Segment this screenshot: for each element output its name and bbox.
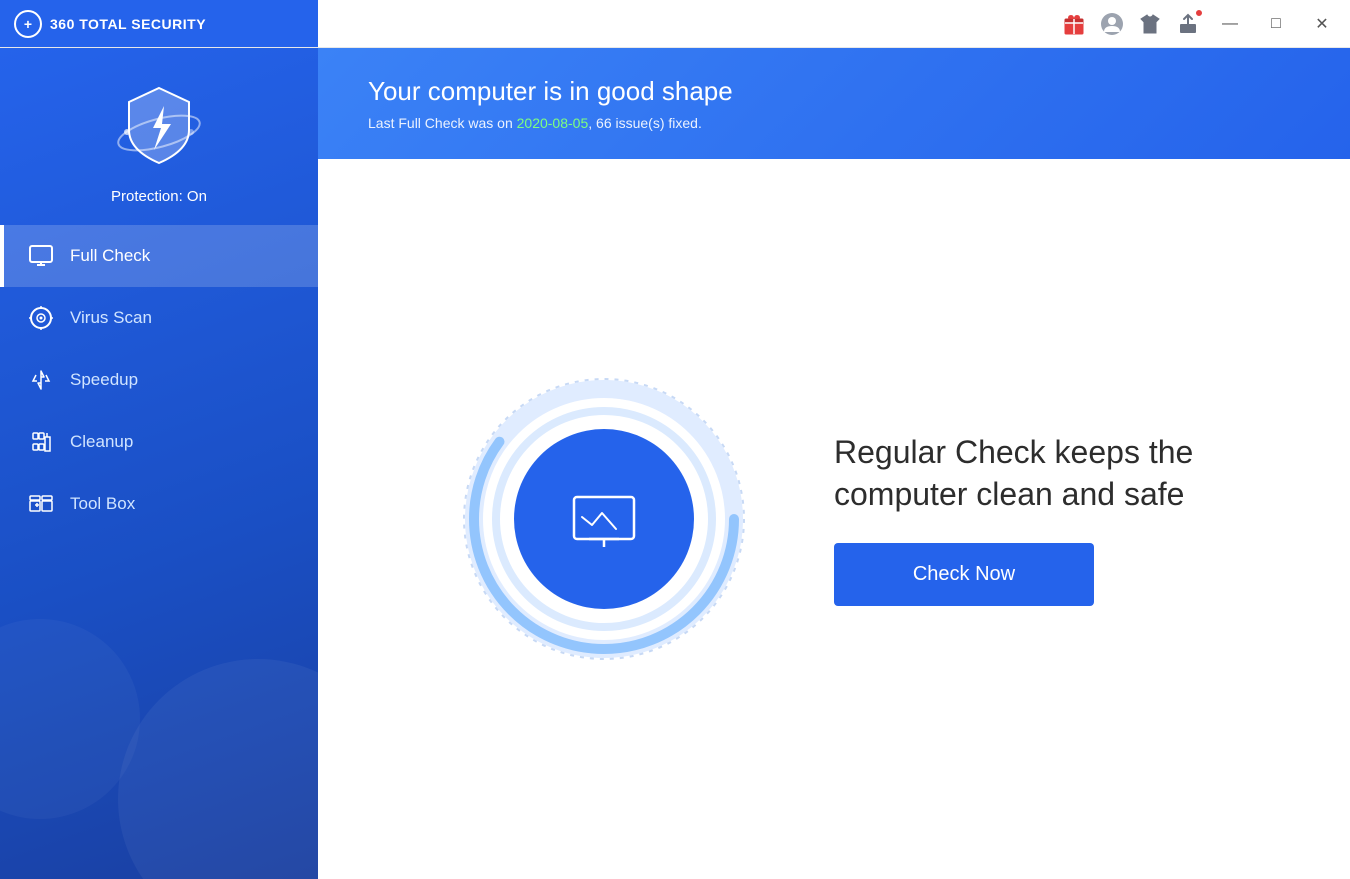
last-check-date: 2020-08-05 [517,115,589,131]
gift-icon[interactable] [1062,12,1086,36]
sidebar-item-virus-scan[interactable]: Virus Scan [0,287,318,349]
donut-svg [454,369,754,669]
status-title: Your computer is in good shape [368,76,1310,107]
titlebar-right: — □ ✕ [1062,8,1338,40]
close-button[interactable]: ✕ [1306,8,1338,40]
main-content: Regular Check keeps the computer clean a… [318,159,1350,879]
shirt-icon[interactable] [1138,12,1162,36]
main-tagline: Regular Check keeps the computer clean a… [834,432,1214,515]
check-now-button[interactable]: Check Now [834,543,1094,606]
status-subtitle: Last Full Check was on 2020-08-05, 66 is… [368,115,1310,131]
notification-badge [1194,8,1204,18]
shield-logo-icon [109,78,209,178]
sidebar-item-cleanup[interactable]: Cleanup [0,411,318,473]
user-icon[interactable] [1100,12,1124,36]
app-logo-icon: + [14,10,42,38]
right-panel: Regular Check keeps the computer clean a… [834,432,1214,606]
virus-scan-icon [28,305,54,331]
cleanup-icon [28,429,54,455]
sidebar-item-full-check[interactable]: Full Check [0,225,318,287]
sidebar-item-toolbox[interactable]: Tool Box [0,473,318,535]
virus-scan-label: Virus Scan [70,308,152,328]
speedup-label: Speedup [70,370,138,390]
subtitle-after: , 66 issue(s) fixed. [588,115,702,131]
title-bar: + 360 TOTAL SECURITY [0,0,1350,48]
svg-text:+: + [24,16,32,32]
content-area: Your computer is in good shape Last Full… [318,48,1350,879]
donut-chart [454,369,754,669]
titlebar-left: + 360 TOTAL SECURITY [0,0,318,47]
toolbox-icon [28,491,54,517]
app-title: 360 TOTAL SECURITY [50,16,206,32]
header-banner: Your computer is in good shape Last Full… [318,48,1350,159]
subtitle-before: Last Full Check was on [368,115,517,131]
logo-area: Protection: On [109,48,209,225]
main-layout: Protection: On Full Check Virus Scan [0,48,1350,879]
full-check-label: Full Check [70,246,150,266]
toolbox-label: Tool Box [70,494,135,514]
speedup-icon [28,367,54,393]
full-check-icon [28,243,54,269]
sidebar: Protection: On Full Check Virus Scan [0,48,318,879]
protection-status: Protection: On [111,188,207,205]
cleanup-label: Cleanup [70,432,133,452]
maximize-button[interactable]: □ [1260,8,1292,40]
sidebar-item-speedup[interactable]: Speedup [0,349,318,411]
minimize-button[interactable]: — [1214,8,1246,40]
upload-icon[interactable] [1176,12,1200,36]
active-indicator [0,225,4,287]
